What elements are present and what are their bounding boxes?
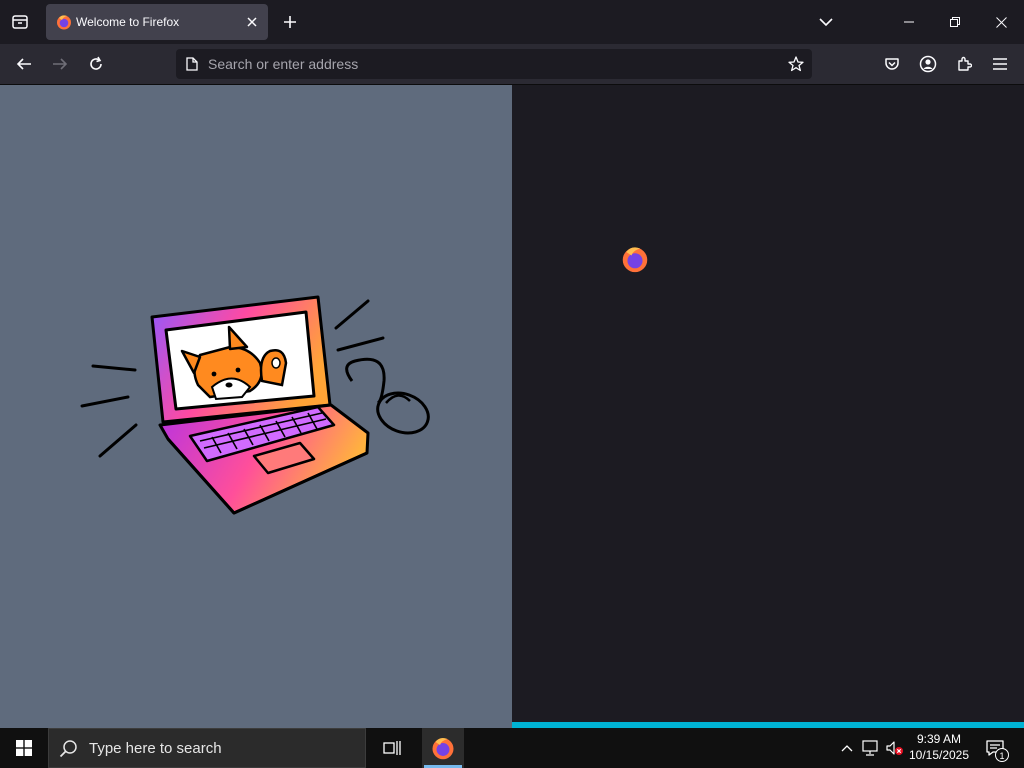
forward-arrow-icon bbox=[53, 58, 68, 70]
firefox-logo-icon bbox=[622, 247, 648, 273]
extensions-button[interactable] bbox=[950, 50, 978, 78]
taskbar-search-box[interactable] bbox=[48, 728, 366, 768]
tab-close-button[interactable] bbox=[242, 12, 262, 32]
task-view-icon bbox=[383, 741, 401, 755]
firefox-icon bbox=[432, 738, 454, 760]
task-view-button[interactable] bbox=[372, 728, 412, 768]
clock-date: 10/15/2025 bbox=[908, 748, 970, 762]
tab-title: Welcome to Firefox bbox=[76, 15, 180, 29]
network-button[interactable] bbox=[860, 728, 882, 768]
back-arrow-icon bbox=[16, 58, 31, 70]
reload-icon bbox=[90, 56, 102, 70]
extensions-icon bbox=[958, 56, 972, 71]
tab-list-button[interactable] bbox=[8, 10, 32, 34]
fox-laptop-illustration bbox=[80, 295, 430, 515]
star-icon bbox=[788, 56, 804, 72]
pocket-button[interactable] bbox=[878, 50, 906, 78]
url-input[interactable] bbox=[208, 49, 768, 79]
plus-icon bbox=[284, 16, 296, 28]
bookmark-star-button[interactable] bbox=[786, 54, 806, 74]
app-menu-button[interactable] bbox=[986, 50, 1014, 78]
minimize-icon bbox=[904, 21, 914, 23]
action-center-button[interactable]: 1 bbox=[980, 728, 1010, 768]
taskbar-search-input[interactable] bbox=[89, 729, 359, 767]
restore-button[interactable] bbox=[932, 0, 978, 44]
search-icon bbox=[59, 740, 77, 758]
notification-count-badge: 1 bbox=[995, 748, 1009, 762]
page-content bbox=[0, 85, 1024, 728]
title-bar: Welcome to Firefox bbox=[0, 0, 1024, 44]
tab-welcome[interactable]: Welcome to Firefox bbox=[46, 4, 268, 40]
network-icon bbox=[862, 740, 878, 756]
address-bar[interactable] bbox=[176, 49, 812, 79]
reload-button[interactable] bbox=[82, 50, 110, 78]
start-button[interactable] bbox=[0, 728, 48, 768]
firefox-icon bbox=[57, 15, 71, 30]
show-hidden-icons-button[interactable] bbox=[836, 728, 858, 768]
welcome-text-panel bbox=[512, 85, 1024, 728]
close-icon bbox=[995, 16, 1007, 28]
chevron-up-icon bbox=[841, 745, 853, 752]
forward-button[interactable] bbox=[46, 50, 74, 78]
list-all-tabs-button[interactable] bbox=[814, 10, 838, 34]
page-icon bbox=[184, 56, 200, 72]
windows-logo-icon bbox=[16, 740, 32, 756]
taskbar-firefox-button[interactable] bbox=[422, 728, 464, 768]
welcome-illustration-panel bbox=[0, 85, 512, 728]
account-button[interactable] bbox=[914, 50, 942, 78]
tab-list-icon bbox=[12, 15, 28, 29]
taskbar-clock[interactable]: 9:39 AM 10/15/2025 bbox=[902, 731, 976, 765]
pocket-icon bbox=[885, 58, 899, 70]
taskbar: 9:39 AM 10/15/2025 1 bbox=[0, 728, 1024, 768]
clock-time: 9:39 AM bbox=[916, 732, 962, 746]
minimize-button[interactable] bbox=[886, 0, 932, 44]
menu-icon bbox=[993, 58, 1007, 70]
restore-icon bbox=[950, 17, 960, 27]
account-icon bbox=[919, 55, 937, 73]
navigation-toolbar bbox=[0, 44, 1024, 85]
window-close-button[interactable] bbox=[978, 0, 1024, 44]
chevron-down-icon bbox=[819, 18, 833, 27]
back-button[interactable] bbox=[10, 50, 38, 78]
new-tab-button[interactable] bbox=[278, 10, 302, 34]
close-icon bbox=[247, 17, 257, 27]
